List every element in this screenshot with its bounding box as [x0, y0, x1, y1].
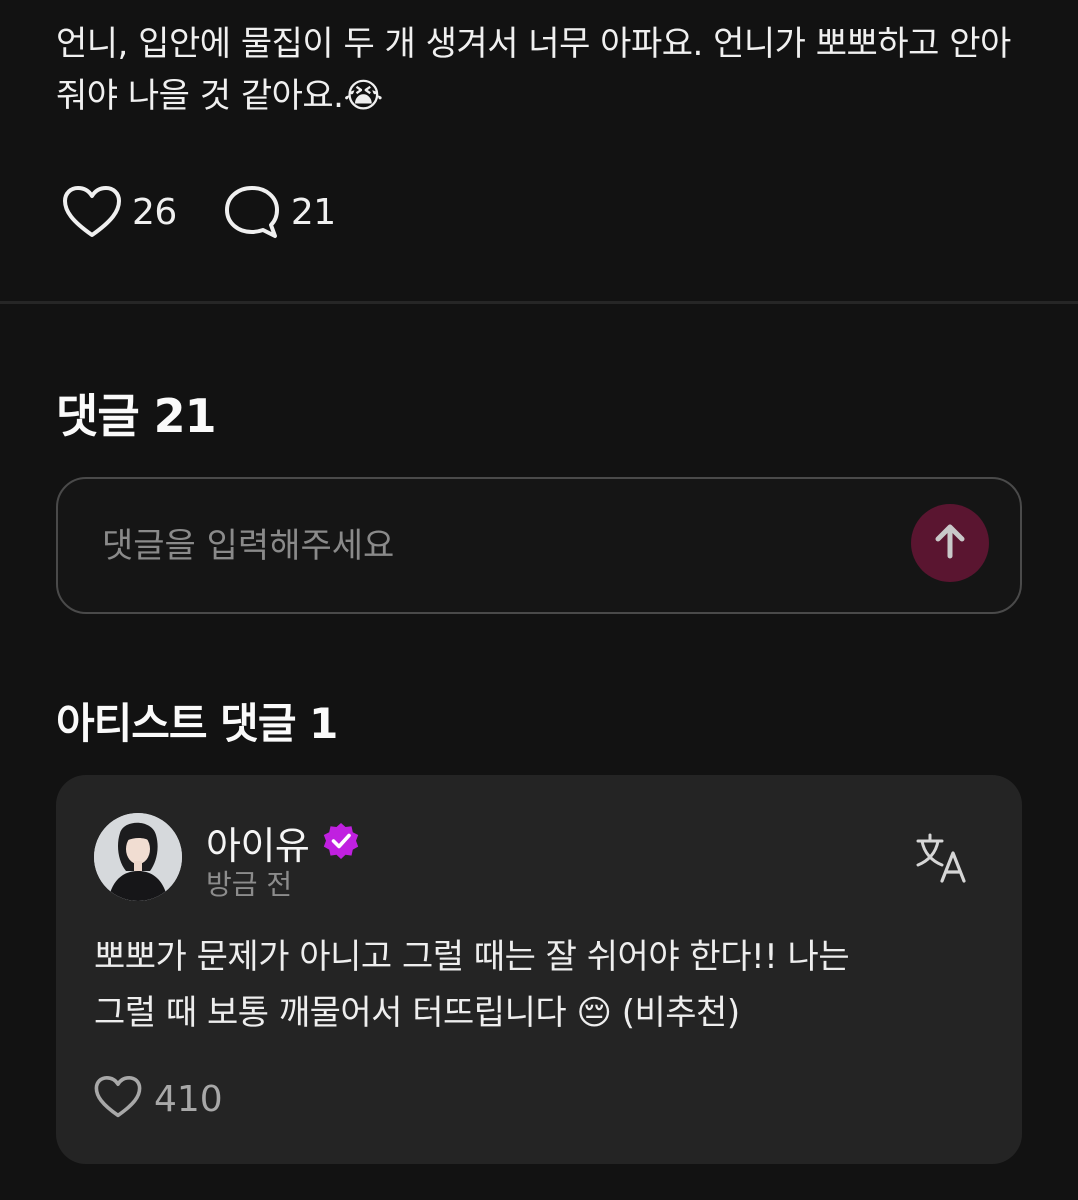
post-text: 언니, 입안에 물집이 두 개 생겨서 너무 아파요. 언니가 뽀뽀하고 안아줘… [56, 18, 1016, 122]
send-button[interactable] [911, 504, 989, 582]
artist-comments-title: 아티스트 댓글 1 [56, 699, 338, 748]
comment-text-line: 그럴 때 보통 깨물어서 터뜨립니다 😔 (비추천) [94, 985, 984, 1041]
author-name[interactable]: 아이유 [206, 815, 310, 870]
like-count: 26 [132, 191, 177, 233]
artist-comment-text: 뽀뽀가 문제가 아니고 그럴 때는 잘 쉬어야 한다!! 나는 그럴 때 보통 … [94, 929, 984, 1041]
like-button[interactable]: 26 [62, 185, 177, 239]
comment-count: 21 [290, 191, 336, 233]
author-row: 아이유 [206, 815, 361, 870]
verified-badge-icon [321, 821, 361, 865]
comment-input-box [56, 477, 1022, 614]
comment-button[interactable]: 21 [223, 184, 336, 240]
speech-bubble-icon [223, 184, 281, 240]
comment-time: 방금 전 [206, 868, 293, 901]
comment-like-button[interactable]: 410 [94, 1075, 223, 1123]
post-detail-page: 언니, 입안에 물집이 두 개 생겨서 너무 아파요. 언니가 뽀뽀하고 안아줘… [0, 0, 1078, 1200]
translate-button[interactable] [914, 831, 968, 885]
heart-outline-icon [62, 185, 122, 239]
comment-text-segment: 그럴 때 보통 깨물어서 터뜨립니다 [94, 993, 567, 1033]
artist-comment-card: 아이유 방금 전 뽀뽀가 문제가 아니고 그럴 때는 잘 쉬어야 한다!! 나는… [56, 775, 1022, 1164]
comments-title: 댓글 21 [56, 389, 217, 443]
pensive-face-emoji: 😔 [576, 993, 612, 1033]
comment-input[interactable] [102, 519, 882, 573]
heart-outline-icon [94, 1075, 142, 1123]
comment-text-segment: (비추천) [621, 993, 740, 1033]
section-divider [0, 301, 1078, 304]
post-text-content: 언니, 입안에 물집이 두 개 생겨서 너무 아파요. 언니가 뽀뽀하고 안아줘… [56, 24, 1011, 116]
translate-icon [914, 833, 968, 889]
comment-text-line: 뽀뽀가 문제가 아니고 그럴 때는 잘 쉬어야 한다!! 나는 [94, 937, 850, 977]
crying-face-emoji: 😭 [343, 76, 383, 116]
comment-like-count: 410 [154, 1078, 223, 1120]
arrow-up-icon [933, 522, 967, 564]
avatar[interactable] [94, 813, 182, 901]
post-actions: 26 21 [62, 184, 336, 240]
